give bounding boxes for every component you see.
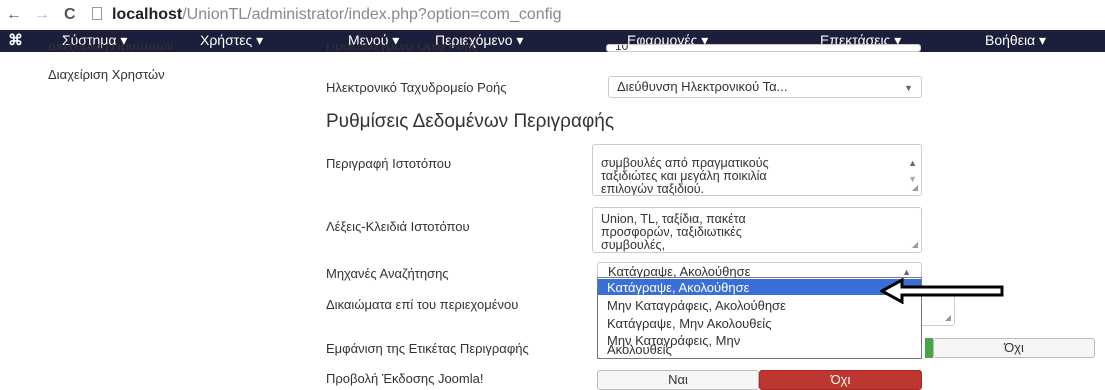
pointer-arrow-icon [880,278,1004,304]
resize-handle-icon[interactable]: ◢ [912,181,918,194]
dropdown-option-continued: Ακολουθείς [607,342,672,357]
resize-handle-icon[interactable]: ◢ [912,238,918,251]
browser-toolbar: ← → C localhost/UnionTL/administrator/in… [0,0,1105,30]
back-arrow-icon[interactable]: ← [6,6,22,24]
chevron-up-icon: ▲ [902,267,911,277]
dropdown-option[interactable]: Μην Καταγράφεις, Ακολούθησε [598,297,921,313]
metadata-heading: Ρυθμίσεις Δεδομένων Περιγραφής [326,111,614,132]
dropdown-option-selected[interactable]: Κατάγραψε, Ακολούθησε [598,279,921,295]
menu-users[interactable]: Χρήστες ▾ [200,32,263,49]
show-version-no-button[interactable]: Όχι [759,370,922,390]
textarea-line: επιλογών ταξιδιού. [601,182,705,196]
default-limit-label: Προεπιλεγμένο Όριο Ροής [326,44,478,52]
feed-email-select[interactable]: Διεύθυνση Ηλεκτρονικού Τα... ▼ [608,76,922,98]
feed-email-value: Διεύθυνση Ηλεκτρονικού Τα... [617,79,788,94]
yes-toggle-active[interactable] [925,338,933,358]
joomla-logo-icon[interactable]: ⌘ [8,31,23,49]
forward-arrow-icon[interactable]: → [34,6,50,24]
site-description-textarea[interactable]: συμβουλές από πραγματικούς ταξιδιώτες κα… [592,144,922,196]
page-icon [92,7,102,20]
scroll-up-icon[interactable]: ▲ [908,157,917,170]
show-author-no-button[interactable]: Όχι [933,338,1095,358]
site-description-label: Περιγραφή Ιστοτόπου [326,156,452,171]
show-author-label: Εμφάνιση της Ετικέτας Περιγραφής [326,341,529,356]
default-limit-select[interactable]: 10 [606,44,921,52]
robots-label: Μηχανές Αναζήτησης [326,266,449,281]
menu-help[interactable]: Βοήθεια ▾ [985,32,1046,49]
reload-icon[interactable]: C [64,6,76,24]
content-rights-label: Δικαιώματα επί του περιεχομένου [326,297,519,312]
dropdown-option[interactable]: Κατάγραψε, Μην Ακολουθείς [598,315,921,331]
url-path: /UnionTL/administrator/index.php?option=… [182,6,562,23]
site-keywords-label: Λέξεις-Κλειδιά Ιστοτόπου [326,219,470,234]
feed-email-label: Ηλεκτρονικό Ταχυδρομείο Ροής [326,80,507,95]
sidebar-item-label: Διαχείριση Προτύπων [48,44,174,52]
address-bar[interactable]: localhost/UnionTL/administrator/index.ph… [112,6,562,24]
resize-handle-icon[interactable]: ◢ [945,311,951,324]
url-host: localhost [112,6,183,23]
show-version-yes-button[interactable]: Ναι [597,370,759,390]
site-keywords-textarea[interactable]: Union, TL, ταξίδια, πακέτα προσφορών, τα… [592,207,922,253]
chevron-down-icon: ▼ [904,83,913,93]
default-limit-value: 10 [615,44,629,52]
robots-dropdown-list: Κατάγραψε, Ακολούθησε Μην Καταγράφεις, Α… [597,277,922,359]
sidebar-item-users[interactable]: Διαχείριση Χρηστών [48,67,165,82]
sidebar-item-templates[interactable]: Διαχείριση Προτύπων [48,44,173,52]
textarea-line: συμβουλές, [601,238,666,252]
show-version-label: Προβολή Έκδοσης Joomla! [326,371,484,386]
